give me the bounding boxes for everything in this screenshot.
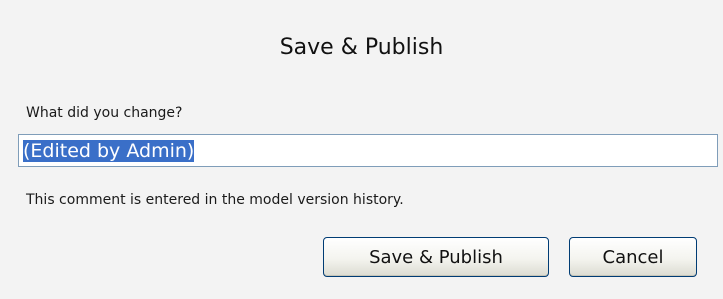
- comment-input-container: [18, 134, 718, 167]
- dialog-title: Save & Publish: [279, 35, 444, 60]
- comment-prompt-label: What did you change?: [26, 105, 183, 121]
- save-publish-button[interactable]: Save & Publish: [323, 237, 549, 277]
- cancel-button[interactable]: Cancel: [569, 237, 697, 277]
- comment-input[interactable]: [19, 135, 717, 166]
- version-history-hint: This comment is entered in the model ver…: [26, 192, 404, 208]
- save-publish-dialog: Save & Publish What did you change? This…: [0, 0, 723, 299]
